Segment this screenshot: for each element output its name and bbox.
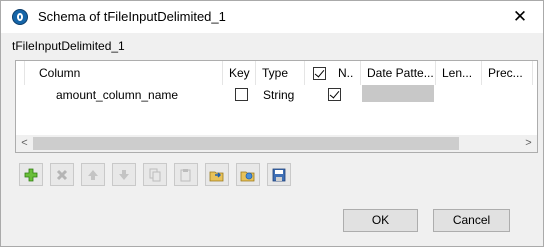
export-schema-button[interactable] — [236, 163, 260, 186]
row-column-name[interactable]: amount_column_name — [56, 85, 178, 106]
cancel-button[interactable]: Cancel — [433, 209, 510, 232]
export-schema-icon — [240, 171, 255, 181]
move-down-button[interactable] — [112, 163, 136, 186]
save-button[interactable] — [267, 163, 291, 186]
header-nullable-checkbox[interactable] — [313, 67, 326, 80]
row-key-checkbox[interactable] — [235, 88, 248, 101]
header-precision[interactable]: Prec... — [482, 61, 533, 85]
component-label: tFileInputDelimited_1 — [12, 39, 125, 53]
import-schema-icon — [209, 171, 224, 181]
add-button[interactable] — [19, 163, 43, 186]
remove-icon — [56, 169, 68, 180]
copy-icon — [149, 168, 161, 181]
header-date-pattern[interactable]: Date Patte... — [361, 61, 436, 85]
add-icon — [24, 168, 38, 181]
close-button[interactable]: ✕ — [497, 1, 543, 33]
move-up-button[interactable] — [81, 163, 105, 186]
title-bar: Schema of tFileInputDelimited_1 ✕ — [1, 1, 543, 33]
remove-button[interactable] — [50, 163, 74, 186]
move-down-icon — [119, 169, 129, 180]
paste-button[interactable] — [174, 163, 198, 186]
row-nullable-checkbox[interactable] — [328, 88, 341, 101]
schema-table: Column Key Type N.. Date Patte... Len...… — [15, 60, 538, 153]
header-spacer — [16, 61, 25, 85]
window-title: Schema of tFileInputDelimited_1 — [38, 9, 226, 24]
row-date-pattern[interactable] — [362, 85, 434, 102]
header-column[interactable]: Column — [25, 61, 223, 85]
ok-button[interactable]: OK — [343, 209, 418, 232]
header-type[interactable]: Type — [256, 61, 305, 85]
horizontal-scrollbar[interactable]: < > — [16, 135, 537, 152]
save-icon — [272, 168, 286, 181]
paste-icon — [180, 168, 191, 181]
import-schema-button[interactable] — [205, 163, 229, 186]
talend-app-icon — [12, 9, 28, 25]
header-length[interactable]: Len... — [436, 61, 482, 85]
row-type[interactable]: String — [263, 85, 294, 106]
header-nullable-label: N.. — [338, 66, 354, 80]
schema-dialog: Schema of tFileInputDelimited_1 ✕ tFileI… — [0, 0, 544, 247]
scroll-thumb[interactable] — [33, 137, 459, 150]
header-overflow — [533, 61, 537, 85]
scroll-left-arrow[interactable]: < — [16, 135, 33, 152]
header-nullable[interactable]: N.. — [305, 61, 361, 85]
copy-button[interactable] — [143, 163, 167, 186]
header-key[interactable]: Key — [223, 61, 256, 85]
scroll-right-arrow[interactable]: > — [520, 135, 537, 152]
move-up-icon — [88, 169, 98, 180]
